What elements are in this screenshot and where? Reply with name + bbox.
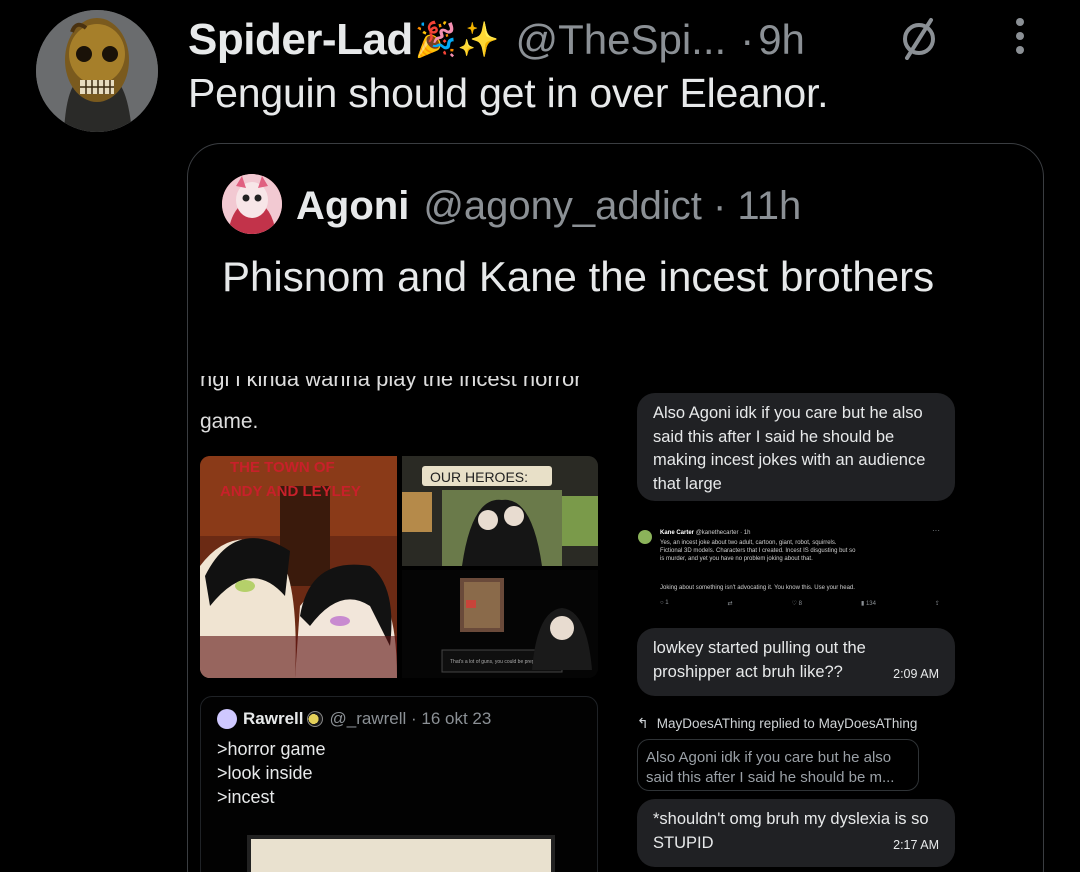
chat-bubble-1: Also Agoni idk if you care but he also s… — [637, 393, 955, 501]
nested-quote-name[interactable]: Rawrell — [243, 709, 303, 729]
embedded-tweet-screenshot[interactable]: Kane Carter @kanethecarter · 1h Yes, an … — [630, 516, 948, 616]
screenshot-header: Kane Carter @kanethecarter · 1h — [660, 529, 750, 537]
quoted-author-avatar[interactable] — [222, 174, 282, 234]
cover-title-line1: THE TOWN OF — [230, 459, 335, 476]
screenshot-avatar — [638, 530, 652, 544]
quoted-header: Agoni @agony_addict · 11h — [296, 178, 801, 234]
muted-circle-slash-icon[interactable] — [896, 14, 942, 60]
heroes-title: OUR HEROES: — [430, 469, 528, 485]
embedded-post-text: ngi i kinda wanna play the incest horror… — [200, 376, 600, 436]
screenshot-name: Kane Carter — [660, 530, 695, 536]
author-display-name[interactable]: Spider-Lad — [188, 15, 413, 65]
reply-arrow-icon: ↰ — [637, 715, 649, 731]
screenshot-views-icon: ▮ 134 — [860, 601, 876, 607]
name-emojis: 🎉✨ — [414, 21, 500, 59]
nested-quote-card[interactable]: Rawrell @_rawrell · 16 okt 23 >horror ga… — [200, 696, 598, 872]
nested-quote-text: >horror game >look inside >incest — [217, 737, 326, 809]
nested-quote-line: >look inside — [217, 763, 313, 783]
nested-quote-line: >horror game — [217, 739, 326, 759]
tweet-header: Spider-Lad 🎉✨ @TheSpi... · 9h — [188, 12, 805, 68]
reply-quoted-message[interactable]: Also Agoni idk if you care but he also s… — [637, 739, 919, 791]
chat-bubble-2-text: lowkey started pulling out the proshippe… — [653, 639, 866, 681]
screenshot-actions: ○ 1 ⇄ ♡ 8 ▮ 134 ⇪ — [660, 600, 940, 607]
screenshot-reply-icon: ○ 1 — [660, 600, 669, 606]
screenshot-retweet-icon: ⇄ — [727, 601, 733, 607]
screenshot-share-icon: ⇪ — [934, 601, 940, 607]
chat-bubble-2-time: 2:09 AM — [893, 666, 939, 681]
screenshot-handle: @kanethecarter · 1h — [695, 530, 751, 536]
chat-bubble-2: lowkey started pulling out the proshippe… — [637, 628, 955, 696]
chat-bubble-3-time: 2:17 AM — [893, 837, 939, 852]
chat-bubble-3-text: *shouldn't omg bruh my dyslexia is so ST… — [653, 810, 929, 852]
separator-dot: · — [740, 16, 755, 63]
screenshot-line: is murder, and yet you have no problem j… — [660, 556, 813, 562]
embedded-image-gameplay[interactable]: That's a lot of guns, you could be prepa… — [402, 570, 598, 678]
tweet-text: Penguin should get in over Eleanor. — [188, 70, 829, 116]
screenshot-line: Fictional 3D models. Characters that I c… — [660, 548, 856, 554]
nested-quote-image[interactable] — [247, 835, 555, 872]
embedded-image-game-cover[interactable]: THE TOWN OF ANDY AND LEYLEY — [200, 456, 397, 678]
reply-meta: ↰ MayDoesAThing replied to MayDoesAThing — [637, 715, 917, 732]
nested-quote-handle[interactable]: @_rawrell · 16 okt 23 — [329, 709, 491, 729]
embedded-post-text-cut: ngi i kinda wanna play the incest horror — [200, 376, 582, 391]
screenshot-line: Joking about something isn't advocating … — [660, 585, 855, 591]
cover-title-line2: ANDY AND LEYLEY — [220, 483, 361, 500]
reply-meta-text: MayDoesAThing replied to MayDoesAThing — [656, 716, 918, 731]
screenshot-like-icon: ♡ 8 — [791, 601, 802, 607]
screenshot-more-icon: ··· — [932, 526, 940, 535]
author-handle[interactable]: @TheSpi... — [515, 16, 726, 64]
tweet-time[interactable]: 9h — [758, 16, 805, 64]
nested-quote-header: Rawrell @_rawrell · 16 okt 23 — [217, 709, 491, 729]
screenshot-line: Yes, an incest joke about two adult, car… — [660, 540, 837, 546]
nested-quote-line: >incest — [217, 787, 275, 807]
nested-quote-avatar[interactable] — [217, 709, 237, 729]
chat-bubble-3: *shouldn't omg bruh my dyslexia is so ST… — [637, 799, 955, 867]
embedded-image-our-heroes[interactable]: OUR HEROES: — [402, 456, 598, 566]
gameplay-dialogue: That's a lot of guns, you could be prepa… — [450, 659, 545, 665]
nested-quote-badge-icon — [307, 711, 324, 727]
quoted-handle-time[interactable]: @agony_addict · 11h — [423, 184, 801, 229]
quoted-display-name[interactable]: Agoni — [296, 184, 409, 229]
embedded-post-text-line: game. — [200, 410, 259, 433]
quoted-tweet-text: Phisnom and Kane the incest brothers — [222, 253, 935, 300]
author-avatar[interactable] — [36, 10, 158, 132]
more-vertical-icon[interactable] — [1012, 18, 1028, 60]
